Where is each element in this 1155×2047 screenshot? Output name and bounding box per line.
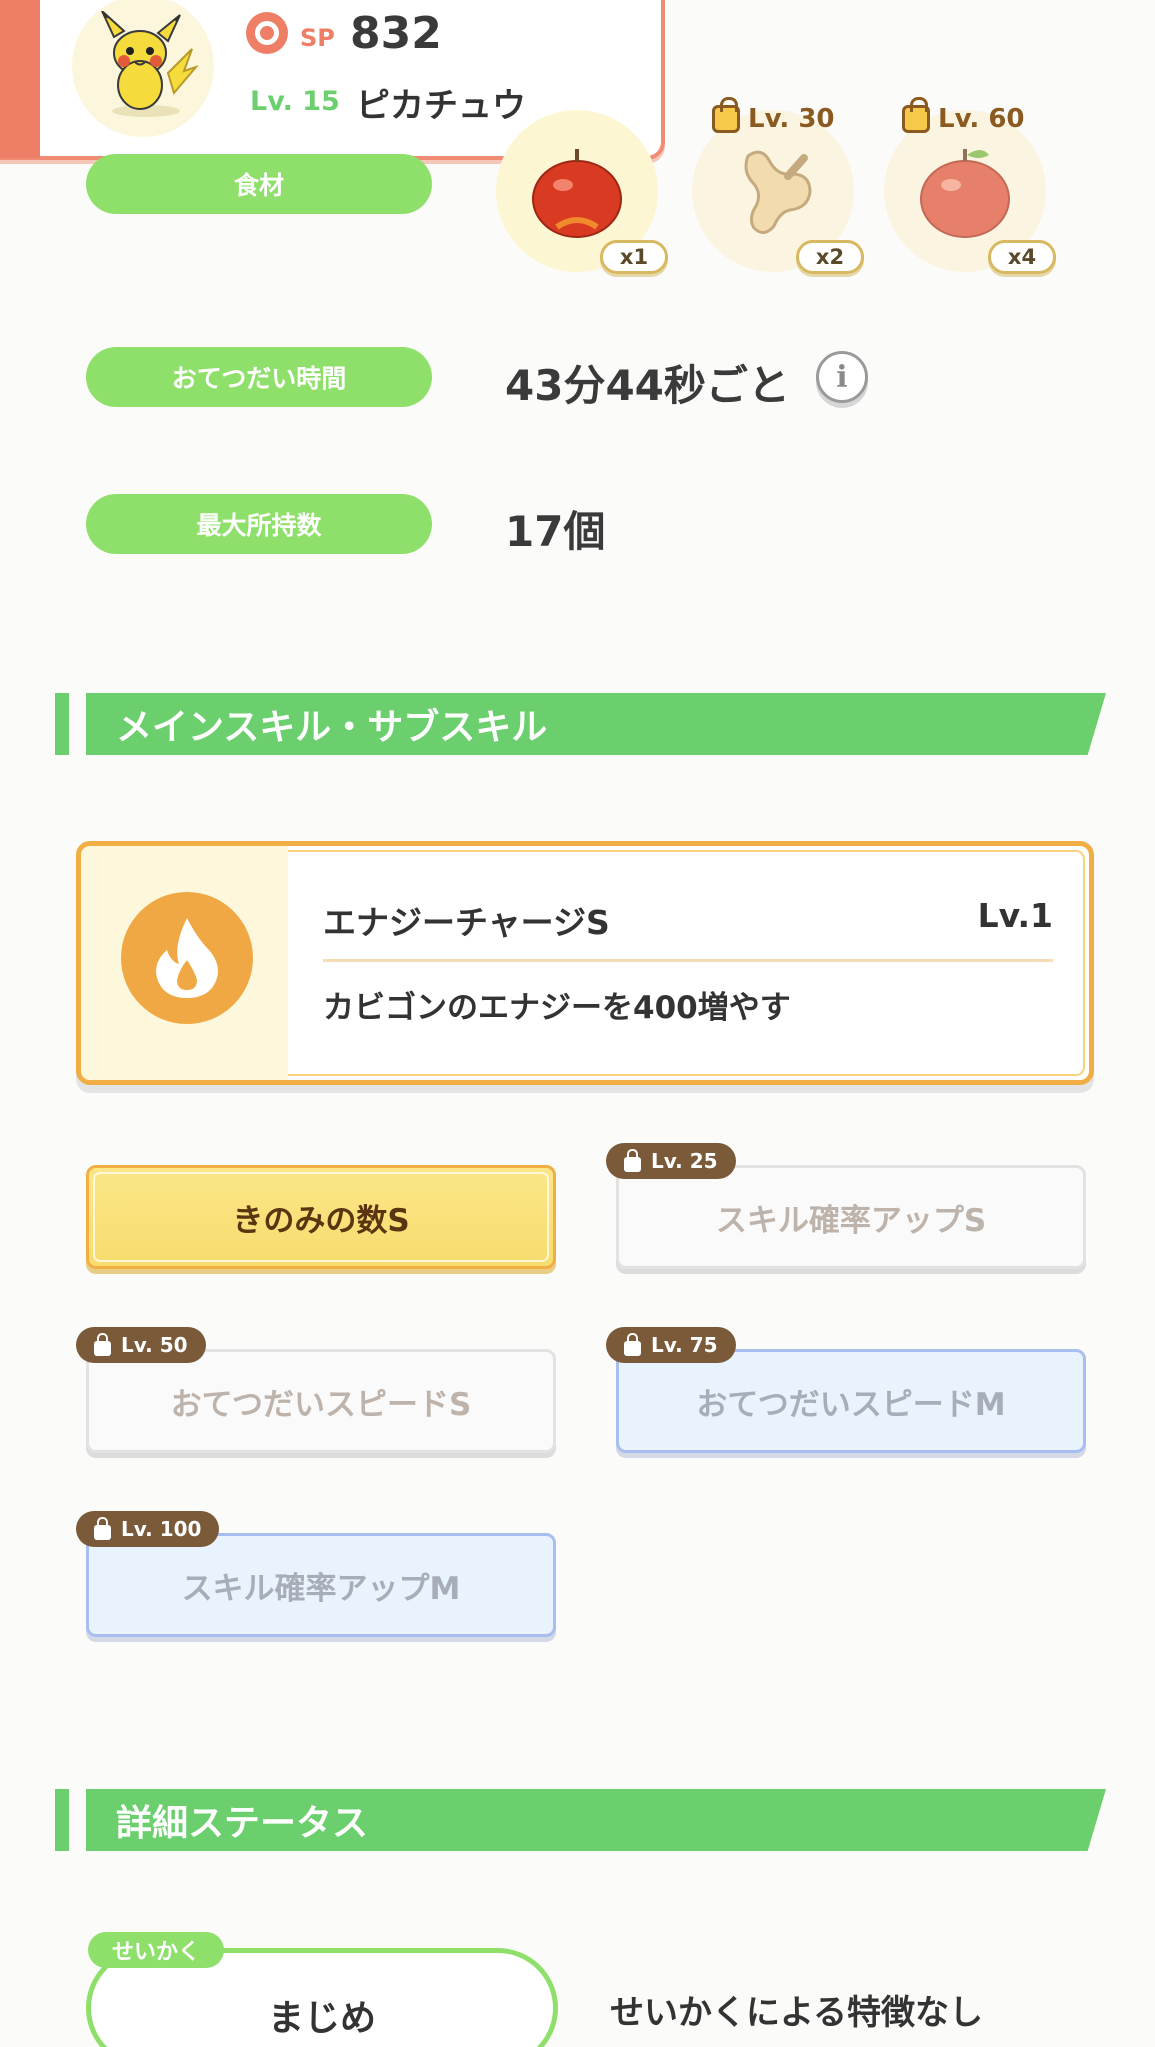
ingredient-unlock-level-3: Lv. 60 [938, 104, 1025, 134]
pokemon-avatar [72, 0, 214, 137]
sp-label: SP [300, 24, 335, 52]
ginger-icon [744, 150, 812, 234]
unlock-level: Lv. 25 [651, 1149, 718, 1173]
main-skill-description: カビゴンのエナジーを400増やす [323, 990, 791, 1026]
nature-description: せいかくによる特徴なし [610, 1993, 983, 2033]
sub-skill-2[interactable]: スキル確率アップS [616, 1165, 1086, 1269]
main-skill-card[interactable]: エナジーチャージS Lv.1 カビゴンのエナジーを400増やす [76, 841, 1094, 1085]
main-skill-divider [323, 959, 1053, 962]
sub-skill-4[interactable]: おてつだいスピードM [616, 1349, 1086, 1453]
level-label: Lv. 15 [250, 86, 340, 117]
lock-icon [624, 1332, 641, 1356]
main-skill-icon-circle [121, 892, 253, 1024]
max-carry-pill: 最大所持数 [86, 494, 432, 554]
lock-icon [902, 97, 930, 133]
info-icon: i [836, 359, 848, 395]
max-carry-value: 17個 [505, 507, 606, 556]
nature-tag: せいかく [88, 1932, 225, 1968]
unlock-level: Lv. 75 [651, 1333, 718, 1357]
sub-skill-1[interactable]: きのみの数S [86, 1165, 556, 1269]
sub-skill-3[interactable]: おてつだいスピードS [86, 1349, 556, 1453]
sub-skill-lock-tag-2: Lv. 25 [606, 1143, 736, 1179]
ingredient-lock-3: Lv. 60 [902, 97, 1025, 134]
header-accent-strip [0, 0, 40, 158]
sub-skill-label: きのみの数S [232, 1202, 410, 1239]
main-skill-level: Lv.1 [977, 896, 1053, 935]
unlock-level: Lv. 100 [121, 1517, 202, 1541]
unlock-level: Lv. 50 [121, 1333, 188, 1357]
sub-skill-label: おてつだいスピードS [170, 1386, 472, 1423]
pikachu-icon [101, 11, 198, 117]
apple-icon [920, 149, 1010, 238]
skills-section-title: メインスキル・サブスキル [86, 693, 1106, 755]
details-section-title: 詳細ステータス [86, 1789, 1106, 1851]
nature-value: まじめ [267, 1998, 376, 2039]
sub-skill-label: スキル確率アップS [715, 1202, 987, 1239]
apple-icon [532, 149, 622, 238]
lock-icon [712, 97, 740, 133]
help-time-value: 43分44秒ごと [505, 361, 790, 410]
section-accent-bar [55, 693, 69, 755]
sub-skill-label: スキル確率アップM [181, 1570, 461, 1607]
pokemon-name: ピカチュウ [356, 86, 526, 126]
sub-skill-5[interactable]: スキル確率アップM [86, 1533, 556, 1637]
section-accent-bar [55, 1789, 69, 1851]
sub-skill-label: おてつだいスピードM [696, 1386, 1006, 1423]
sp-value: 832 [350, 8, 442, 59]
main-skill-name: エナジーチャージS [323, 903, 610, 942]
sub-skill-lock-tag-4: Lv. 75 [606, 1327, 736, 1363]
sub-skill-lock-tag-3: Lv. 50 [76, 1327, 206, 1363]
lock-icon [94, 1332, 111, 1356]
help-time-pill: おてつだい時間 [86, 347, 432, 407]
info-button[interactable]: i [816, 351, 868, 403]
lock-icon [624, 1148, 641, 1172]
sub-skill-lock-tag-5: Lv. 100 [76, 1511, 220, 1547]
sp-icon [246, 12, 288, 54]
lock-icon [94, 1516, 111, 1540]
ingredient-count-2: x2 [796, 240, 864, 274]
flame-icon [156, 918, 218, 998]
ingredient-count-1: x1 [600, 240, 668, 274]
ingredient-unlock-level-2: Lv. 30 [748, 104, 835, 134]
ingredient-lock-2: Lv. 30 [712, 97, 835, 134]
ingredient-count-3: x4 [988, 240, 1056, 274]
ingredients-pill: 食材 [86, 154, 432, 214]
